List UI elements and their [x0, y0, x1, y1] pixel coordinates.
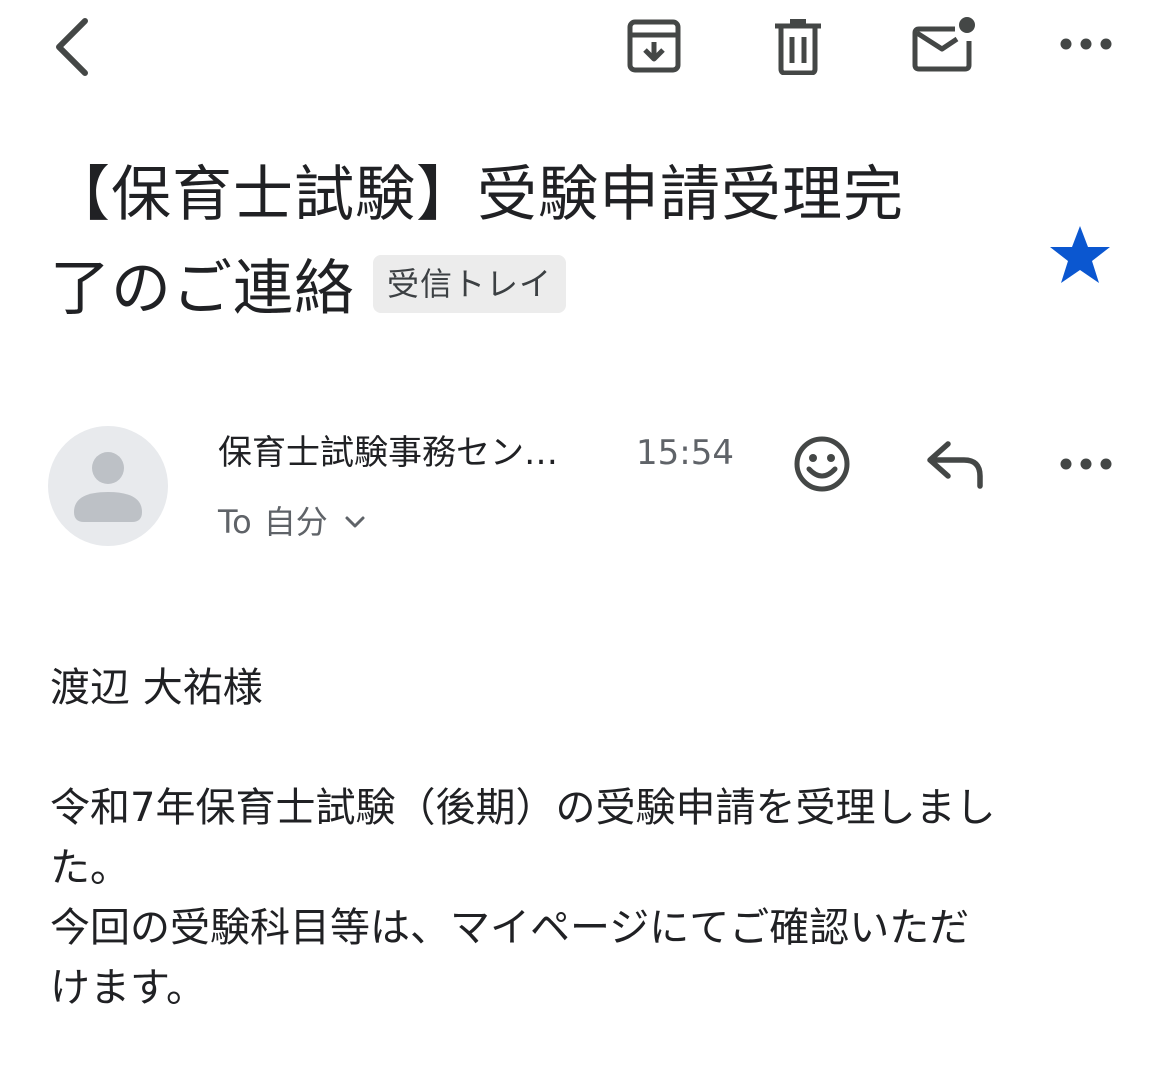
inbox-label-chip[interactable]: 受信トレイ: [373, 255, 567, 314]
reply-button[interactable]: [920, 432, 992, 496]
delete-button[interactable]: [766, 12, 830, 80]
archive-button[interactable]: [620, 12, 688, 80]
message-more-button[interactable]: [1052, 434, 1120, 494]
recipient-details-toggle[interactable]: To 自分: [218, 498, 366, 546]
body-line-3: 今回の受験科目等は、マイページにてご確認いただ: [50, 905, 970, 951]
email-subject: 【保育士試験】受験申請受理完 了のご連絡 受信トレイ: [50, 148, 1000, 336]
sender-avatar[interactable]: [48, 426, 168, 546]
body-greeting: 渡辺 大祐様: [50, 665, 263, 711]
mark-unread-button[interactable]: [908, 10, 980, 80]
archive-icon: [627, 19, 681, 73]
subject-line-1: 【保育士試験】受験申請受理完: [50, 160, 904, 230]
body-line-2: た。: [50, 845, 130, 891]
email-body: 渡辺 大祐様 令和7年保育士試験（後期）の受験申請を受理しまし た。 今回の受験…: [50, 658, 1130, 1018]
smiley-icon: [794, 436, 850, 492]
add-reaction-button[interactable]: [790, 432, 854, 496]
mark-unread-icon: [912, 17, 975, 72]
person-avatar-icon: [74, 452, 142, 522]
subject-line-2: 了のご連絡 受信トレイ: [50, 242, 1000, 336]
recipient-name: 自分: [263, 503, 328, 541]
trash-icon: [775, 19, 821, 75]
star-button[interactable]: [1044, 220, 1116, 290]
more-horizontal-icon: [1060, 38, 1112, 50]
back-button[interactable]: [36, 10, 106, 84]
subject-area: 【保育士試験】受験申請受理完 了のご連絡 受信トレイ: [50, 148, 1000, 336]
star-icon: [1050, 226, 1110, 283]
more-horizontal-icon: [1060, 458, 1112, 470]
subject-line-2-text: 了のご連絡: [50, 254, 355, 324]
reply-icon: [927, 441, 983, 489]
sender-name[interactable]: 保育士試験事務セン…: [218, 428, 558, 478]
arrow-back-icon: [56, 18, 88, 76]
body-line-4: けます。: [50, 965, 206, 1011]
chevron-down-icon: [344, 515, 366, 529]
top-toolbar: [0, 0, 1170, 100]
body-line-1: 令和7年保育士試験（後期）の受験申請を受理しまし: [50, 785, 996, 831]
more-options-button[interactable]: [1052, 14, 1120, 74]
to-prefix: To: [218, 503, 252, 541]
received-time: 15:54: [636, 433, 734, 473]
